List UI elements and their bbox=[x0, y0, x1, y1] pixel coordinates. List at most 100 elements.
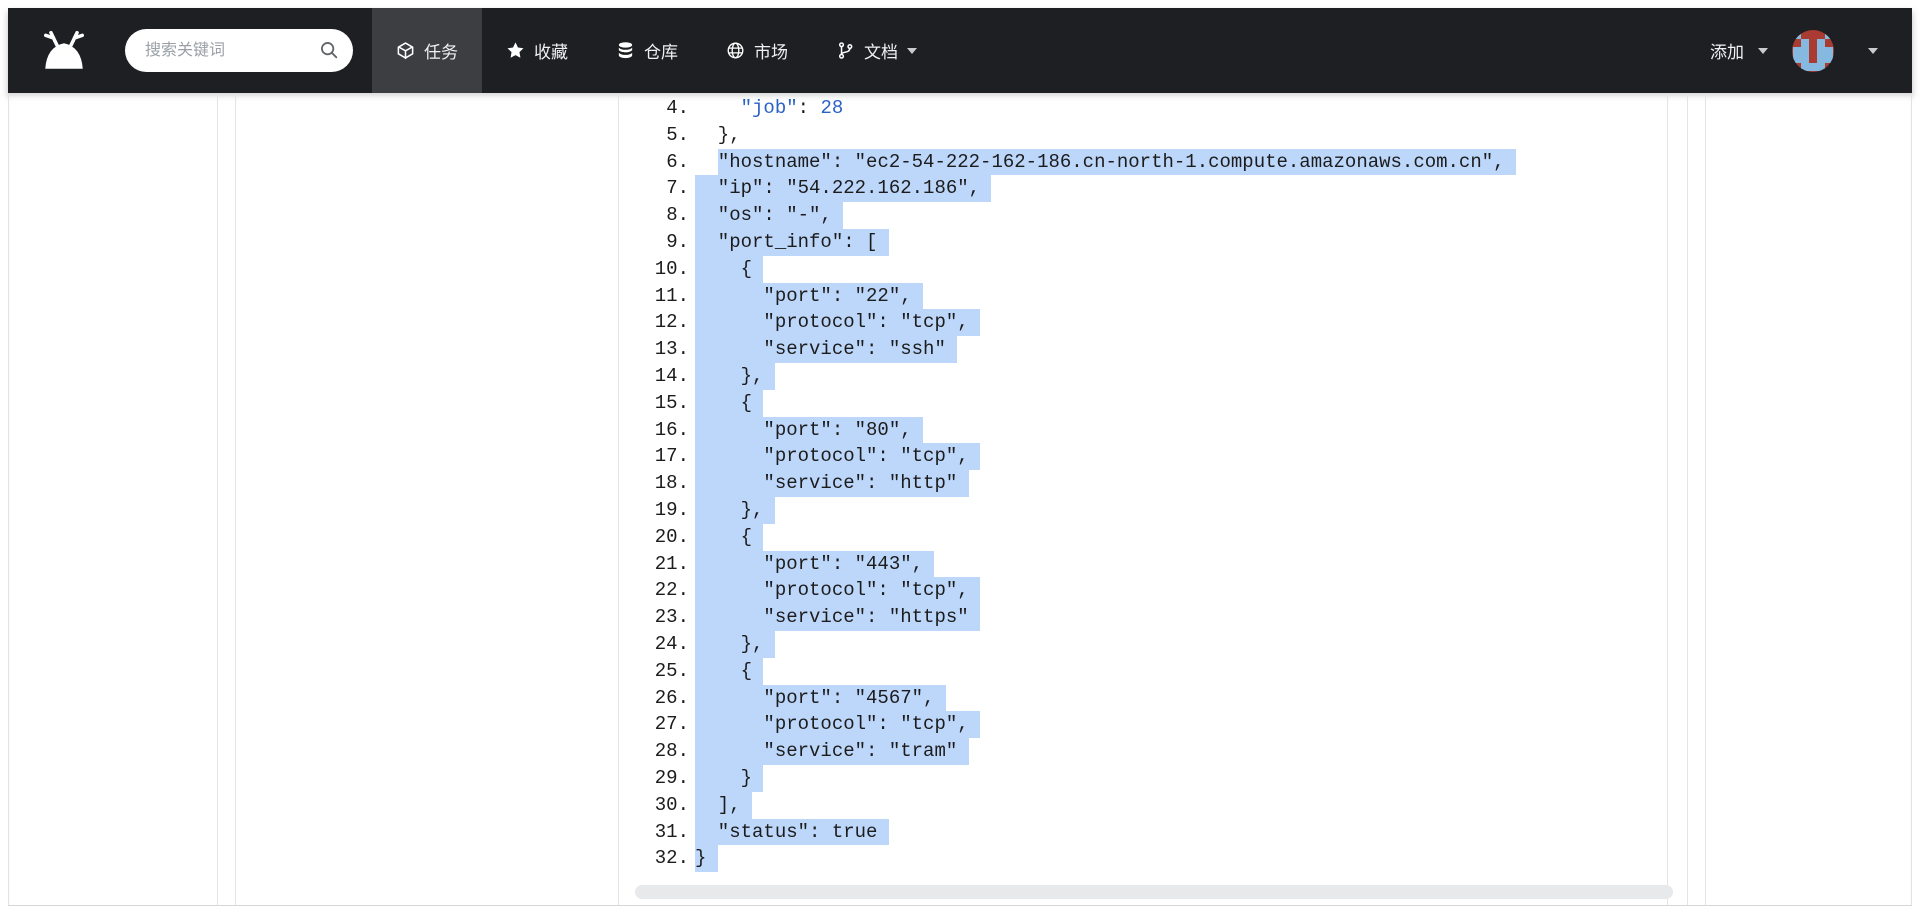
code-line: 7. "ip": "54.222.162.186", bbox=[635, 175, 1516, 202]
code-line: 25. { bbox=[635, 658, 1516, 685]
nav-item-market[interactable]: 市场 bbox=[702, 8, 812, 93]
line-number: 10. bbox=[635, 256, 689, 283]
page: 任务收藏仓库市场文档 添加 4. "job": 285. },6. "hostn… bbox=[0, 0, 1920, 913]
code-line-text: "service": "tram" bbox=[695, 738, 969, 765]
line-number: 17. bbox=[635, 443, 689, 470]
nav-item-tasks[interactable]: 任务 bbox=[372, 8, 482, 93]
table-column-divider bbox=[235, 93, 236, 905]
code-line-text: "service": "http" bbox=[695, 470, 969, 497]
line-number: 13. bbox=[635, 336, 689, 363]
table-column-divider bbox=[1667, 93, 1668, 905]
code-line-text: "port": "443", bbox=[695, 551, 934, 578]
cube-icon bbox=[396, 41, 415, 60]
line-number: 29. bbox=[635, 765, 689, 792]
line-number: 8. bbox=[635, 202, 689, 229]
line-number: 31. bbox=[635, 819, 689, 846]
selected-text: "protocol": "tcp", bbox=[695, 711, 980, 738]
code-line-text: "protocol": "tcp", bbox=[695, 443, 980, 470]
code-line: 22. "protocol": "tcp", bbox=[635, 577, 1516, 604]
selected-text: { bbox=[695, 524, 763, 551]
nav-item-repository[interactable]: 仓库 bbox=[592, 8, 702, 93]
code-line: 11. "port": "22", bbox=[635, 283, 1516, 310]
navbar-right: 添加 bbox=[1710, 8, 1912, 93]
selected-text: "port": "80", bbox=[695, 417, 923, 444]
selected-text: "port": "22", bbox=[695, 283, 923, 310]
code-line: 21. "port": "443", bbox=[635, 551, 1516, 578]
code-line-text: "job": 28 bbox=[695, 95, 843, 122]
branch-icon bbox=[836, 41, 855, 60]
code-line-text: }, bbox=[695, 363, 775, 390]
json-code-block[interactable]: 4. "job": 285. },6. "hostname": "ec2-54-… bbox=[635, 95, 1516, 872]
user-avatar[interactable] bbox=[1792, 30, 1834, 72]
selected-text: "status": true bbox=[695, 819, 889, 846]
line-number: 11. bbox=[635, 283, 689, 310]
app-logo[interactable] bbox=[38, 25, 90, 77]
code-line-text: ], bbox=[695, 792, 752, 819]
code-line-text: "port": "4567", bbox=[695, 685, 946, 712]
nav-item-label: 收藏 bbox=[534, 38, 568, 63]
code-line: 15. { bbox=[635, 390, 1516, 417]
code-line: 27. "protocol": "tcp", bbox=[635, 711, 1516, 738]
nav-item-favorites[interactable]: 收藏 bbox=[482, 8, 592, 93]
line-number: 24. bbox=[635, 631, 689, 658]
selected-text: "port_info": [ bbox=[695, 229, 889, 256]
code-line-text: "ip": "54.222.162.186", bbox=[695, 175, 991, 202]
code-line-text: { bbox=[695, 524, 763, 551]
line-number: 18. bbox=[635, 470, 689, 497]
selected-text: }, bbox=[695, 497, 775, 524]
selected-text: } bbox=[695, 845, 718, 872]
user-menu-caret-icon[interactable] bbox=[1868, 48, 1878, 54]
horizontal-scrollbar[interactable] bbox=[635, 885, 1673, 899]
selected-text: "port": "443", bbox=[695, 551, 934, 578]
code-line: 12. "protocol": "tcp", bbox=[635, 309, 1516, 336]
line-number: 19. bbox=[635, 497, 689, 524]
selected-text: { bbox=[695, 390, 763, 417]
code-line: 6. "hostname": "ec2-54-222-162-186.cn-no… bbox=[635, 149, 1516, 176]
star-icon bbox=[506, 41, 525, 60]
search-icon[interactable] bbox=[318, 39, 340, 61]
selected-text: }, bbox=[695, 631, 775, 658]
nav-item-label: 任务 bbox=[424, 38, 458, 63]
code-line-text: }, bbox=[695, 497, 775, 524]
selected-text: "service": "ssh" bbox=[695, 336, 957, 363]
line-number: 26. bbox=[635, 685, 689, 712]
selected-text: "service": "https" bbox=[695, 604, 980, 631]
nav-item-docs[interactable]: 文档 bbox=[812, 8, 941, 93]
add-button-label: 添加 bbox=[1710, 38, 1744, 63]
code-line: 30. ], bbox=[635, 792, 1516, 819]
globe-icon bbox=[726, 41, 745, 60]
line-number: 9. bbox=[635, 229, 689, 256]
selected-text: { bbox=[695, 658, 763, 685]
top-navbar: 任务 收藏仓库市场文档 添加 bbox=[8, 8, 1912, 93]
code-line-text: }, bbox=[695, 122, 741, 149]
code-line-text: { bbox=[695, 256, 763, 283]
add-button[interactable]: 添加 bbox=[1710, 38, 1768, 63]
code-line: 4. "job": 28 bbox=[635, 95, 1516, 122]
main-menu: 任务 收藏仓库市场文档 bbox=[372, 8, 941, 93]
code-line-text: "protocol": "tcp", bbox=[695, 309, 980, 336]
line-number: 6. bbox=[635, 149, 689, 176]
code-line-text: "service": "https" bbox=[695, 604, 980, 631]
selected-text: ], bbox=[695, 792, 752, 819]
bug-mascot-icon bbox=[39, 27, 89, 75]
code-line: 9. "port_info": [ bbox=[635, 229, 1516, 256]
code-line-text: "protocol": "tcp", bbox=[695, 577, 980, 604]
line-number: 21. bbox=[635, 551, 689, 578]
selected-text: "protocol": "tcp", bbox=[695, 309, 980, 336]
code-line-text: "port_info": [ bbox=[695, 229, 889, 256]
line-number: 30. bbox=[635, 792, 689, 819]
code-line-text: "protocol": "tcp", bbox=[695, 711, 980, 738]
selected-text: }, bbox=[695, 363, 775, 390]
code-line-text: "service": "ssh" bbox=[695, 336, 957, 363]
table-column-divider bbox=[217, 93, 218, 905]
code-line-text: "hostname": "ec2-54-222-162-186.cn-north… bbox=[695, 149, 1516, 176]
table-column-divider bbox=[1705, 93, 1706, 905]
code-line: 18. "service": "http" bbox=[635, 470, 1516, 497]
line-number: 23. bbox=[635, 604, 689, 631]
code-line: 14. }, bbox=[635, 363, 1516, 390]
line-number: 5. bbox=[635, 122, 689, 149]
line-number: 15. bbox=[635, 390, 689, 417]
selected-text: "hostname": "ec2-54-222-162-186.cn-north… bbox=[718, 149, 1516, 176]
identicon-image bbox=[1792, 30, 1834, 72]
selected-text: "service": "tram" bbox=[695, 738, 969, 765]
